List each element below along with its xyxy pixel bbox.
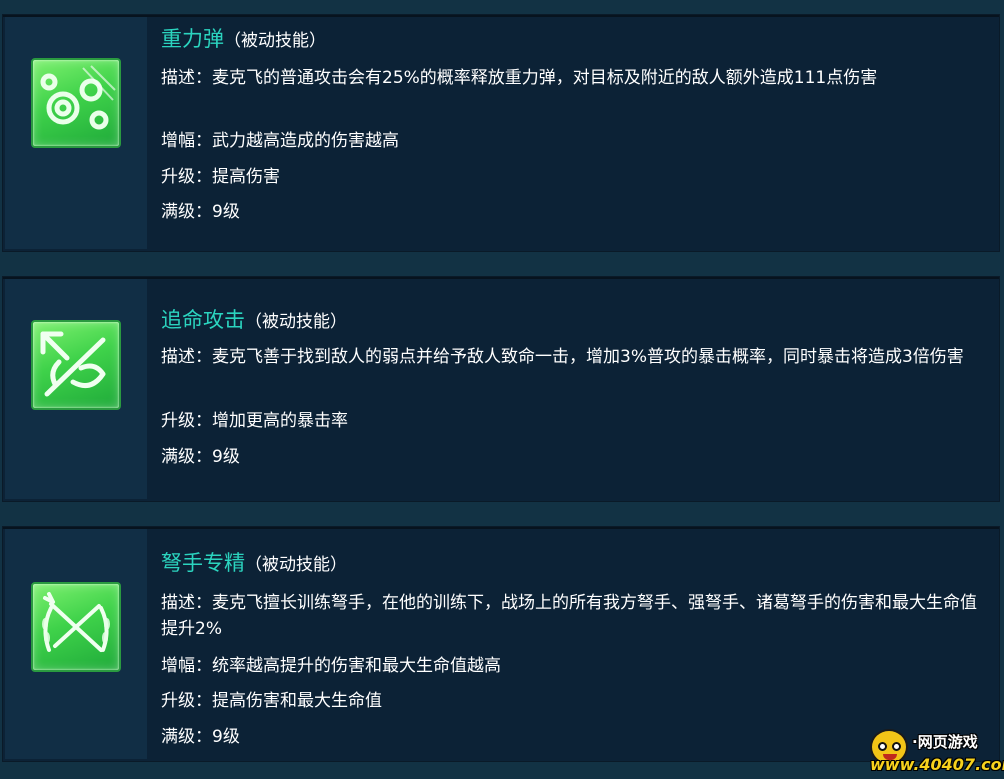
skill-card-crossbow-mastery: 弩手专精（被动技能） 描述：麦克飞擅长训练弩手，在他的训练下，战场上的所有我方弩… bbox=[2, 526, 1000, 762]
skill-max-level: 满级：9级 bbox=[161, 202, 240, 222]
skill-scaling: 增幅：武力越高造成的伤害越高 bbox=[161, 131, 399, 151]
skill-title: 重力弹（被动技能） bbox=[161, 25, 326, 55]
skill-icon-column bbox=[5, 279, 147, 499]
skill-name: 弩手专精 bbox=[161, 551, 245, 575]
skill-icon-column bbox=[5, 529, 147, 759]
watermark-title: ·网页游戏 bbox=[912, 733, 978, 751]
skill-description: 描述：麦克飞擅长训练弩手，在他的训练下，战场上的所有我方弩手、强弩手、诸葛弩手的… bbox=[161, 593, 977, 639]
skill-name: 重力弹 bbox=[161, 27, 224, 51]
deadly-attack-icon[interactable] bbox=[31, 320, 121, 410]
site-watermark: ·网页游戏 www.40407.com bbox=[870, 729, 1004, 775]
skill-max-level: 满级：9级 bbox=[161, 727, 240, 747]
skill-card-deadly-attack: 追命攻击（被动技能） 描述：麦克飞善于找到敌人的弱点并给予敌人致命一击，增加3%… bbox=[2, 276, 1000, 502]
gravity-bullet-icon[interactable] bbox=[31, 58, 121, 148]
skill-upgrade: 升级：提高伤害和最大生命值 bbox=[161, 691, 382, 711]
skill-description: 描述：麦克飞善于找到敌人的弱点并给予敌人致命一击，增加3%普攻的暴击概率，同时暴… bbox=[161, 347, 964, 367]
skill-type-tag: （被动技能） bbox=[245, 312, 347, 332]
skill-upgrade: 升级：增加更高的暴击率 bbox=[161, 411, 348, 431]
skill-description: 描述：麦克飞的普通攻击会有25%的概率释放重力弹，对目标及附近的敌人额外造成11… bbox=[161, 68, 878, 88]
skill-scaling: 增幅：统率越高提升的伤害和最大生命值越高 bbox=[161, 656, 501, 676]
skill-card-gravity-bullet: 重力弹（被动技能） 描述：麦克飞的普通攻击会有25%的概率释放重力弹，对目标及附… bbox=[2, 14, 1000, 252]
skill-icon-column bbox=[5, 17, 147, 249]
skill-title: 弩手专精（被动技能） bbox=[161, 549, 347, 579]
skill-type-tag: （被动技能） bbox=[245, 555, 347, 575]
skill-max-level: 满级：9级 bbox=[161, 447, 240, 467]
mascot-eye-icon bbox=[878, 742, 887, 751]
skill-type-tag: （被动技能） bbox=[224, 31, 326, 51]
skill-upgrade: 升级：提高伤害 bbox=[161, 167, 280, 187]
crossbow-mastery-icon[interactable] bbox=[31, 582, 121, 672]
watermark-url: www.40407.com bbox=[870, 755, 1004, 774]
skill-name: 追命攻击 bbox=[161, 308, 245, 332]
skill-title: 追命攻击（被动技能） bbox=[161, 306, 347, 336]
mascot-eye-icon bbox=[892, 742, 901, 751]
